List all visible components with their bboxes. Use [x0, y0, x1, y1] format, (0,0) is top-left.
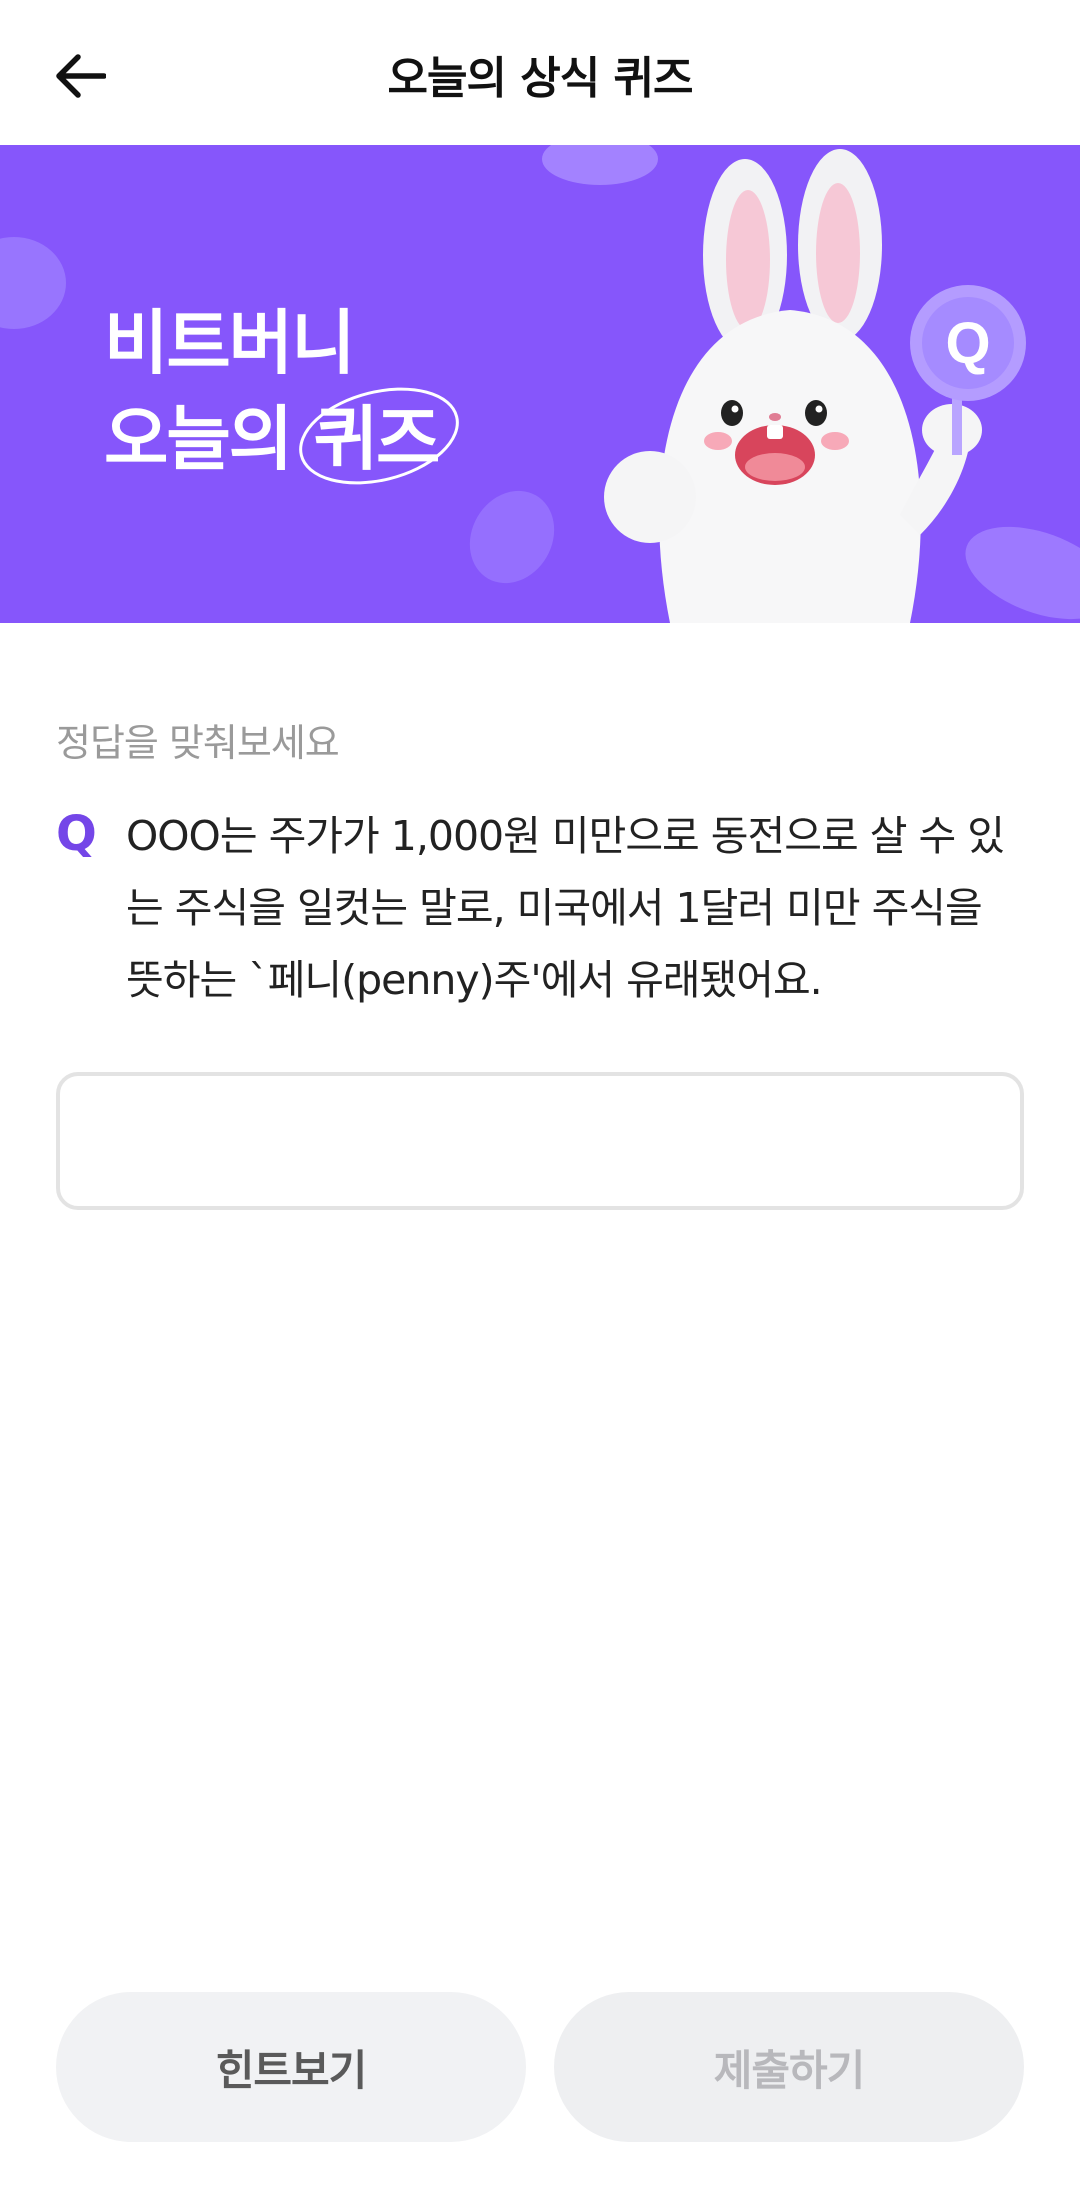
question-text: OOO는 주가가 1,000원 미만으로 동전으로 살 수 있는 주식을 일컷는…: [126, 812, 1005, 1004]
bunny-mascot-illustration: Q: [604, 149, 1026, 623]
banner-title-prefix: 오늘의: [104, 398, 314, 480]
submit-button[interactable]: 제출하기: [554, 1992, 1024, 2142]
banner-title-line1: 비트버니: [104, 302, 356, 384]
quiz-banner: 비트버니 오늘의 퀴즈 Q: [0, 145, 1080, 623]
page-title: 오늘의 상식 퀴즈: [387, 53, 694, 104]
answer-input[interactable]: [56, 1072, 1024, 1210]
hint-button[interactable]: 힌트보기: [56, 1992, 526, 2142]
app-header: 오늘의 상식 퀴즈: [0, 0, 1080, 145]
banner-title-circled: 퀴즈: [298, 387, 459, 487]
banner-title-line2: 오늘의 퀴즈: [104, 387, 459, 487]
ellipse-outline-icon: [298, 387, 459, 485]
question-label: Q: [56, 806, 97, 862]
svg-text:Q: Q: [945, 311, 990, 376]
quiz-prompt: 정답을 맞춰보세요: [56, 721, 340, 765]
banner-title: 비트버니 오늘의 퀴즈: [104, 295, 459, 487]
